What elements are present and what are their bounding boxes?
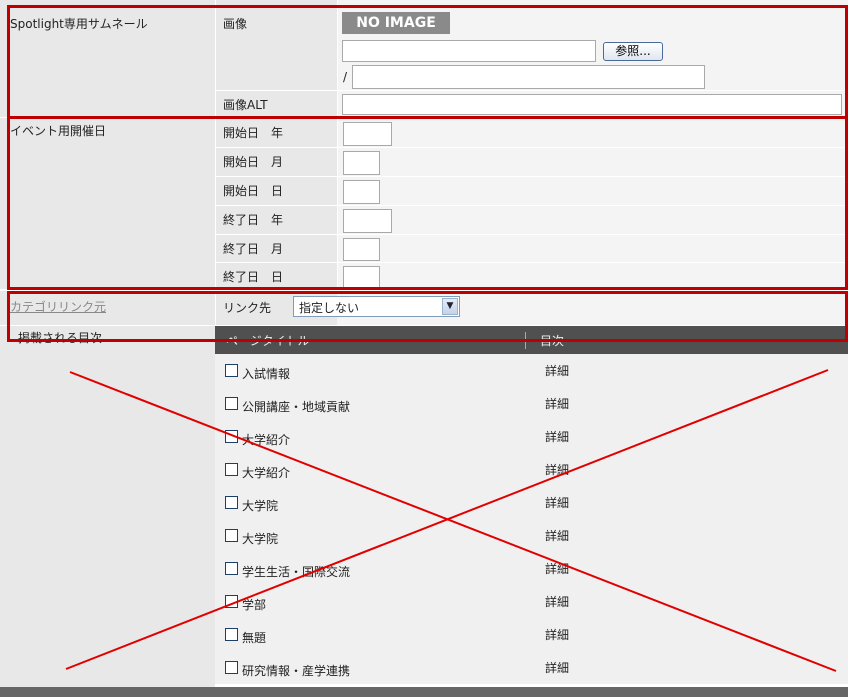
- strike-cross: [65, 369, 837, 672]
- cross-line-a: [69, 371, 837, 672]
